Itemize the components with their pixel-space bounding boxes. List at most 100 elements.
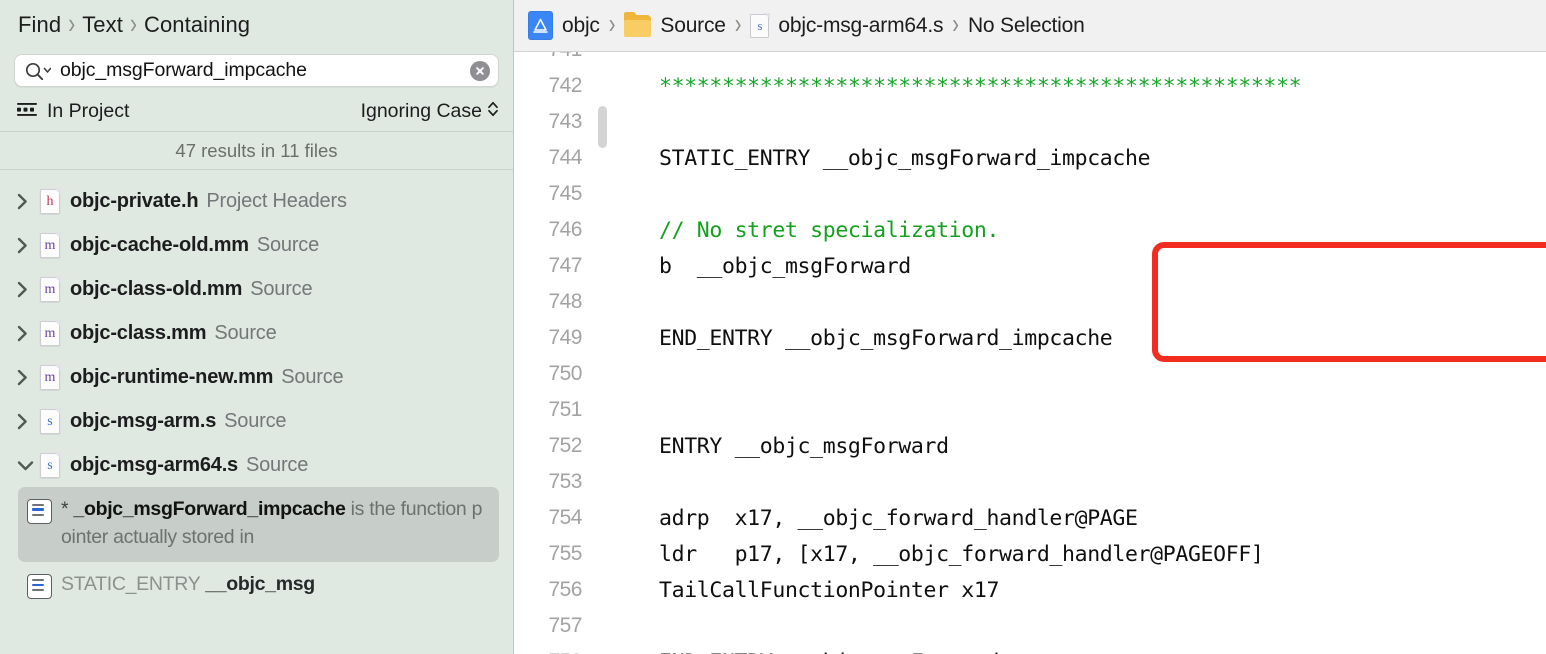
header-file-icon: h	[40, 187, 61, 214]
code-line[interactable]: 750	[514, 356, 1546, 392]
line-content: END_ENTRY __objc_msgForward	[600, 650, 1546, 654]
file-kind: Source	[224, 409, 287, 432]
case-sensitivity-label: Ignoring Case	[360, 99, 482, 122]
search-input-value[interactable]: objc_msgForward_impcache	[60, 59, 464, 82]
scope-selector[interactable]: In Project	[16, 100, 129, 123]
code-line[interactable]: 746 // No stret specialization.	[514, 212, 1546, 248]
file-name: objc-runtime-new.mm	[70, 365, 274, 388]
breadcrumb-project-label: objc	[562, 13, 600, 37]
list-item[interactable]: h objc-private.h Project Headers	[0, 179, 513, 223]
file-kind: Source	[256, 233, 320, 256]
line-number: 747	[548, 254, 582, 277]
code-line[interactable]: 741	[514, 52, 1546, 68]
code-line[interactable]: 742 ************************************…	[514, 68, 1546, 104]
list-item[interactable]: m objc-class-old.mm Source	[0, 267, 513, 311]
breadcrumb-item-selection[interactable]: No Selection	[968, 14, 1085, 38]
code-line[interactable]: 751	[514, 392, 1546, 428]
code-line[interactable]: 753	[514, 464, 1546, 500]
search-result-row[interactable]: STATIC_ENTRY __objc_msg	[18, 562, 499, 610]
line-number: 755	[548, 542, 582, 565]
chevron-right-icon[interactable]	[16, 192, 38, 211]
search-icon[interactable]	[25, 62, 51, 80]
line-content: STATIC_ENTRY __objc_msgForward_impcache	[659, 145, 1151, 171]
code-line[interactable]: 749 END_ENTRY __objc_msgForward_impcache	[514, 320, 1546, 356]
code-line-icon	[27, 499, 52, 524]
code-line[interactable]: 747 b __objc_msgForward	[514, 248, 1546, 284]
line-number: 743	[548, 110, 582, 133]
code-line[interactable]: 755 ldr p17, [x17, __objc_forward_handle…	[514, 536, 1546, 572]
search-field[interactable]: objc_msgForward_impcache	[14, 54, 499, 87]
file-name: objc-msg-arm.s	[70, 409, 217, 432]
line-number: 746	[548, 218, 582, 241]
file-icon-letter: s	[47, 457, 53, 473]
code-line[interactable]: 743	[514, 104, 1546, 140]
find-results-list[interactable]: h objc-private.h Project Headers m objc-…	[0, 170, 513, 654]
list-item[interactable]: m objc-runtime-new.mm Source	[0, 355, 513, 399]
line-content: END_ENTRY __objc_msgForward_impcache	[659, 325, 1113, 351]
code-line[interactable]: 756 TailCallFunctionPointer x17	[514, 572, 1546, 608]
code-editor[interactable]: 741 742 ********************************…	[514, 52, 1546, 654]
list-item[interactable]: m objc-class.mm Source	[0, 311, 513, 355]
folder-icon	[624, 11, 652, 37]
chevron-right-icon[interactable]	[16, 280, 38, 299]
assembly-file-icon: s	[750, 12, 771, 38]
line-number: 750	[548, 362, 582, 385]
chevron-down-icon[interactable]	[16, 459, 38, 472]
line-number: 754	[548, 506, 582, 529]
code-line[interactable]: 757	[514, 608, 1546, 644]
file-icon-letter: m	[44, 369, 56, 385]
filter-list-icon	[16, 101, 38, 122]
line-number: 749	[548, 326, 582, 349]
list-item[interactable]: s objc-msg-arm.s Source	[0, 399, 513, 443]
search-result-text: STATIC_ENTRY __objc_msg	[61, 571, 315, 599]
breadcrumb-item-find[interactable]: Find	[18, 12, 61, 38]
chevron-right-icon[interactable]	[16, 368, 38, 387]
file-icon-letter: h	[46, 193, 54, 209]
chevron-right-icon[interactable]	[16, 236, 38, 255]
line-number: 742	[548, 74, 582, 97]
breadcrumb-item-folder[interactable]: Source	[624, 11, 726, 38]
file-icon-letter: s	[47, 413, 53, 429]
line-number: 741	[514, 52, 600, 62]
search-result-row[interactable]: * _objc_msgForward_impcache is the funct…	[18, 487, 499, 563]
breadcrumb-item-text[interactable]: Text	[82, 12, 123, 38]
breadcrumb-file-label: objc-msg-arm64.s	[778, 13, 944, 37]
chevron-right-icon[interactable]	[16, 324, 38, 343]
file-icon-letter: m	[44, 237, 56, 253]
file-name: objc-private.h	[70, 189, 199, 212]
search-result-text: * _objc_msgForward_impcache is the funct…	[61, 496, 487, 551]
chevron-right-icon: ›	[68, 8, 76, 40]
case-sensitivity-selector[interactable]: Ignoring Case	[361, 99, 499, 124]
source-file-icon: m	[40, 231, 61, 258]
code-line[interactable]: 754 adrp x17, __objc_forward_handler@PAG…	[514, 500, 1546, 536]
chevron-right-icon: ›	[129, 8, 137, 40]
breadcrumb-item-containing[interactable]: Containing	[144, 12, 250, 38]
file-kind: Source	[281, 365, 344, 388]
chevron-right-icon[interactable]	[16, 412, 38, 431]
code-line[interactable]: 745	[514, 176, 1546, 212]
file-name: objc-cache-old.mm	[70, 233, 249, 256]
gutter-change-marker	[598, 106, 607, 148]
line-content: TailCallFunctionPointer x17	[659, 577, 1000, 603]
line-content: b __objc_msgForward	[659, 253, 911, 279]
chevron-right-icon: ›	[608, 9, 616, 41]
code-line[interactable]: 748	[514, 284, 1546, 320]
code-line[interactable]: 752 ENTRY __objc_msgForward	[514, 428, 1546, 464]
list-item[interactable]: m objc-cache-old.mm Source	[0, 223, 513, 267]
file-kind: Source	[214, 321, 277, 344]
code-line-icon	[27, 574, 52, 600]
line-number: 744	[548, 146, 582, 169]
file-name: objc-class.mm	[70, 321, 207, 344]
source-file-icon: m	[40, 275, 61, 302]
find-navigator-sidebar: Find › Text › Containing objc_msgForward…	[0, 0, 514, 654]
line-number: 757	[548, 614, 582, 637]
code-line[interactable]: 744 STATIC_ENTRY __objc_msgForward_impca…	[514, 140, 1546, 176]
breadcrumb-item-project[interactable]: objc	[528, 8, 600, 40]
code-lines-container: 741 742 ********************************…	[514, 52, 1546, 654]
clear-icon[interactable]	[470, 60, 490, 81]
list-item-expanded[interactable]: s objc-msg-arm64.s Source	[0, 443, 513, 487]
search-scope-bar: In Project Ignoring Case	[0, 91, 513, 132]
code-line[interactable]: 758 END_ENTRY __objc_msgForward	[514, 644, 1546, 654]
breadcrumb-item-file[interactable]: s objc-msg-arm64.s	[750, 12, 944, 38]
line-number: 753	[548, 470, 582, 493]
